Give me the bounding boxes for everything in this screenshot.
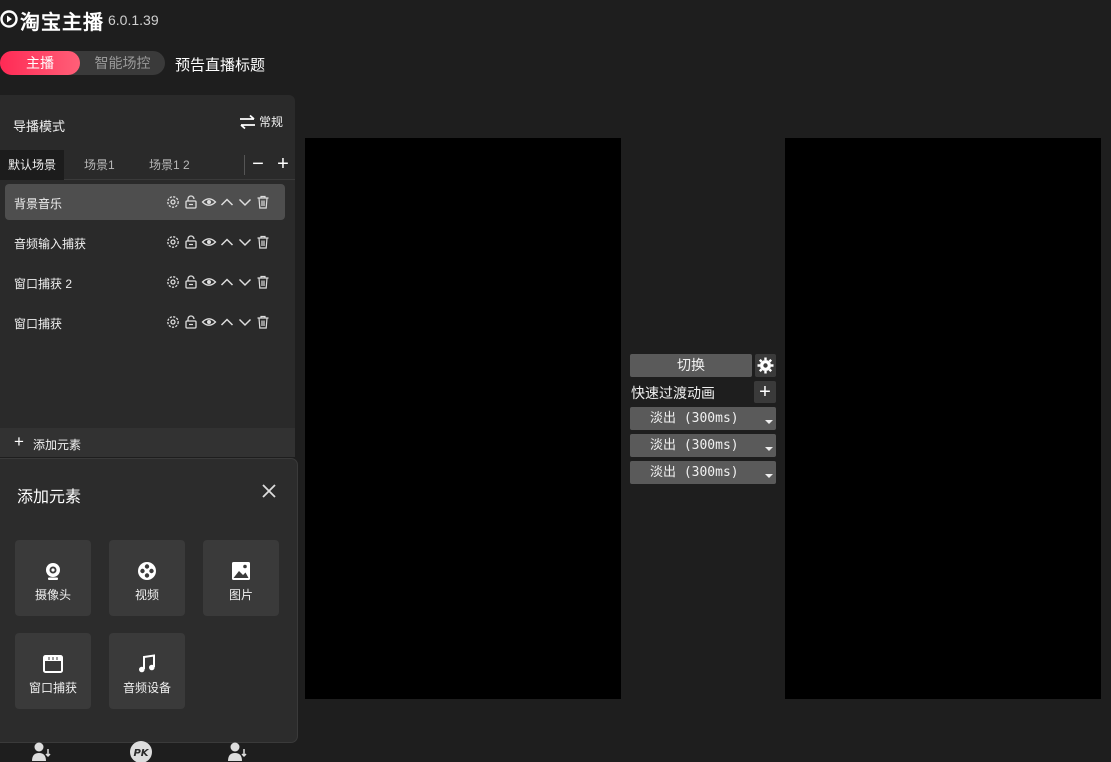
remove-scene-button[interactable]: − xyxy=(248,153,268,175)
source-controls xyxy=(165,194,271,210)
chevron-down-icon[interactable] xyxy=(237,234,253,250)
music-note-icon xyxy=(139,654,155,673)
mode-toggle: 主播 智能场控 xyxy=(0,51,165,75)
preview-canvas[interactable] xyxy=(305,138,621,699)
transition-select[interactable]: 淡出 (300ms) xyxy=(630,461,776,484)
chevron-down-icon[interactable] xyxy=(237,314,253,330)
app-title: 淘宝主播 xyxy=(20,12,104,34)
window-icon xyxy=(43,655,63,673)
taobao-anchor-logo-icon xyxy=(0,10,18,28)
gear-icon[interactable] xyxy=(165,234,181,250)
webcam-icon xyxy=(46,563,60,580)
tab-divider xyxy=(244,155,245,175)
source-row[interactable]: 窗口捕获 xyxy=(5,304,285,340)
preview-live-title[interactable]: 预告直播标题 xyxy=(175,54,265,75)
director-panel: 导播模式 常规 默认场景 场景1 场景1 2 − + 背景音乐 音频输入捕获 窗… xyxy=(0,95,295,457)
mode-smart-control-button[interactable]: 智能场控 xyxy=(80,51,165,75)
add-scene-button[interactable]: + xyxy=(273,153,293,175)
director-mode-label: 导播模式 xyxy=(13,119,66,134)
chevron-up-icon[interactable] xyxy=(219,234,235,250)
gear-icon[interactable] xyxy=(165,274,181,290)
transition-settings-button[interactable] xyxy=(755,354,776,377)
tab-scene-1-2[interactable]: 场景1 2 xyxy=(149,150,190,180)
lock-icon[interactable] xyxy=(183,314,199,330)
source-controls xyxy=(165,314,271,330)
add-element-popup: 添加元素 摄像头 视频 图片 窗口捕获 音频设备 xyxy=(0,459,297,742)
add-image-tile[interactable]: 图片 xyxy=(203,540,279,616)
add-transition-button[interactable]: + xyxy=(754,381,776,403)
gear-icon[interactable] xyxy=(165,194,181,210)
tile-label: 音频设备 xyxy=(122,681,171,695)
program-canvas[interactable] xyxy=(785,138,1101,699)
add-element-label: 添加元素 xyxy=(33,438,82,452)
add-audio-device-tile[interactable]: 音频设备 xyxy=(109,633,185,709)
image-icon xyxy=(232,562,250,580)
chevron-up-icon[interactable] xyxy=(219,274,235,290)
trash-icon[interactable] xyxy=(255,194,271,210)
trash-icon[interactable] xyxy=(255,274,271,290)
source-controls xyxy=(165,274,271,290)
source-controls xyxy=(165,234,271,250)
eye-icon[interactable] xyxy=(201,314,217,330)
source-label: 背景音乐 xyxy=(14,197,63,211)
close-icon[interactable] xyxy=(259,481,279,501)
tile-label: 窗口捕获 xyxy=(28,681,77,695)
caret-down-icon xyxy=(765,447,773,451)
pk-label: PK xyxy=(133,748,149,759)
app-version: 6.0.1.39 xyxy=(108,12,159,28)
eye-icon[interactable] xyxy=(201,274,217,290)
add-window-capture-tile[interactable]: 窗口捕获 xyxy=(15,633,91,709)
chevron-down-icon[interactable] xyxy=(237,194,253,210)
add-element-button[interactable]: + 添加元素 xyxy=(0,428,295,457)
eye-icon[interactable] xyxy=(201,194,217,210)
transition-select-value: 淡出 (300ms) xyxy=(650,438,739,453)
pk-icon[interactable]: PK xyxy=(130,741,152,762)
transition-select-value: 淡出 (300ms) xyxy=(650,411,739,426)
film-reel-icon xyxy=(138,562,156,580)
mode-switch-button[interactable]: 常规 xyxy=(239,113,283,130)
user-connect-icon[interactable] xyxy=(227,741,249,762)
mode-anchor-button[interactable]: 主播 xyxy=(0,51,80,75)
source-row[interactable]: 背景音乐 xyxy=(5,184,285,220)
plus-icon: + xyxy=(14,432,24,451)
popup-title: 添加元素 xyxy=(17,489,82,506)
add-camera-tile[interactable]: 摄像头 xyxy=(15,540,91,616)
source-label: 窗口捕获 2 xyxy=(14,277,73,291)
source-label: 窗口捕获 xyxy=(14,317,63,331)
tile-label: 图片 xyxy=(228,588,253,602)
mode-switch-label: 常规 xyxy=(259,115,284,129)
chevron-down-icon[interactable] xyxy=(237,274,253,290)
chevron-up-icon[interactable] xyxy=(219,314,235,330)
source-label: 音频输入捕获 xyxy=(14,237,87,251)
tab-scene-1[interactable]: 场景1 xyxy=(84,150,115,180)
scene-tabs: 默认场景 场景1 场景1 2 − + xyxy=(0,150,295,180)
caret-down-icon xyxy=(765,420,773,424)
tile-label: 视频 xyxy=(134,588,159,602)
lock-icon[interactable] xyxy=(183,234,199,250)
eye-icon[interactable] xyxy=(201,234,217,250)
tile-label: 摄像头 xyxy=(34,588,71,602)
source-row[interactable]: 窗口捕获 2 xyxy=(5,264,285,300)
add-video-tile[interactable]: 视频 xyxy=(109,540,185,616)
quick-transition-label: 快速过渡动画 xyxy=(631,385,715,401)
transition-select-value: 淡出 (300ms) xyxy=(650,465,739,480)
swap-icon xyxy=(240,114,255,129)
switch-scene-button[interactable]: 切换 xyxy=(630,354,752,377)
app-window: 淘宝主播 6.0.1.39 主播 智能场控 预告直播标题 导播模式 常规 默认场… xyxy=(0,0,1111,762)
gear-icon xyxy=(757,357,774,374)
trash-icon[interactable] xyxy=(255,314,271,330)
user-connect-icon[interactable] xyxy=(31,741,53,762)
source-row[interactable]: 音频输入捕获 xyxy=(5,224,285,260)
lock-icon[interactable] xyxy=(183,194,199,210)
lock-icon[interactable] xyxy=(183,274,199,290)
gear-icon[interactable] xyxy=(165,314,181,330)
transition-select[interactable]: 淡出 (300ms) xyxy=(630,434,776,457)
trash-icon[interactable] xyxy=(255,234,271,250)
tab-default-scene[interactable]: 默认场景 xyxy=(0,150,64,180)
transition-select[interactable]: 淡出 (300ms) xyxy=(630,407,776,430)
chevron-up-icon[interactable] xyxy=(219,194,235,210)
caret-down-icon xyxy=(765,474,773,478)
